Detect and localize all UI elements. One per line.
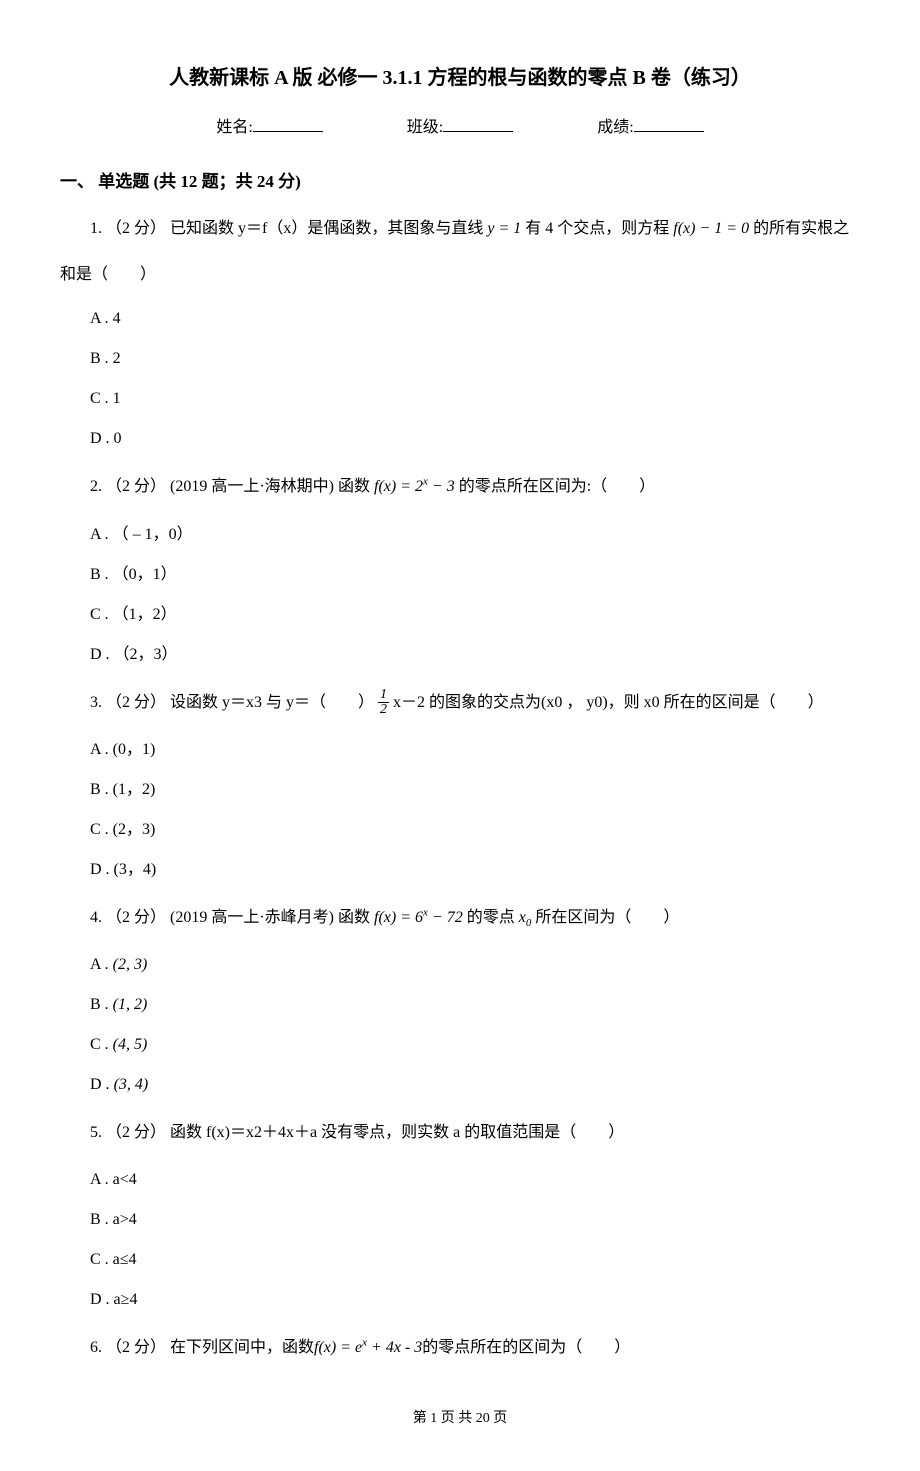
q3-option-a: A . (0，1) (90, 734, 860, 766)
score-blank (634, 115, 704, 132)
q3-option-b: B . (1，2) (90, 774, 860, 806)
name-blank (253, 115, 323, 132)
q2-option-c: C . （1，2） (90, 599, 860, 631)
q4-option-d: D . (3, 4) (90, 1069, 860, 1101)
q1-text-c: 的所有实根之 (749, 220, 849, 237)
q1-text-a: 1. （2 分） 已知函数 y＝f（x）是偶函数，其图象与直线 (90, 220, 487, 237)
question-5-stem: 5. （2 分） 函数 f(x)＝x2＋4x＋a 没有零点，则实数 a 的取值范… (90, 1115, 860, 1150)
section-1-header: 一、 单选题 (共 12 题；共 24 分) (60, 167, 860, 198)
q2-text-b: 的零点所在区间为:（ ） (455, 478, 655, 495)
q3-fraction: 1 2 (378, 688, 389, 717)
q6-text-a: 6. （2 分） 在下列区间中，函数 (90, 1339, 314, 1356)
q2-option-d: D . （2，3） (90, 639, 860, 671)
q2-option-b: B . （0，1） (90, 559, 860, 591)
q2-option-a: A . （ – 1，0） (90, 519, 860, 551)
question-4-stem: 4. （2 分） (2019 高一上·赤峰月考) 函数 f(x) = 6x − … (90, 900, 860, 935)
q2-formula-1: f(x) = 2x − 3 (374, 478, 455, 495)
q4-x0: x0 (519, 909, 532, 926)
q1-formula-2: f(x) − 1 = 0 (673, 220, 749, 237)
q3-text-a: 3. （2 分） 设函数 y＝x3 与 y＝（ ） (90, 694, 374, 711)
q4-text-b: 的零点 (463, 909, 519, 926)
name-label: 姓名: (216, 119, 252, 136)
q1-option-a: A . 4 (90, 303, 860, 335)
question-3-stem: 3. （2 分） 设函数 y＝x3 与 y＝（ ） 1 2 x－2 的图象的交点… (90, 685, 860, 720)
q5-option-c: C . a≤4 (90, 1244, 860, 1276)
q5-option-a: A . a<4 (90, 1164, 860, 1196)
page-title: 人教新课标 A 版 必修一 3.1.1 方程的根与函数的零点 B 卷（练习） (60, 60, 860, 96)
q1-option-d: D . 0 (90, 423, 860, 455)
q4-formula-1: f(x) = 6x − 72 (374, 909, 463, 926)
question-1-stem: 1. （2 分） 已知函数 y＝f（x）是偶函数，其图象与直线 y = 1 有 … (90, 211, 860, 246)
question-6-stem: 6. （2 分） 在下列区间中，函数f(x) = ex + 4x - 3的零点所… (90, 1330, 860, 1365)
q3-frac-num: 1 (378, 688, 389, 703)
q4-text-a: 4. （2 分） (2019 高一上·赤峰月考) 函数 (90, 909, 374, 926)
question-2-stem: 2. （2 分） (2019 高一上·海林期中) 函数 f(x) = 2x − … (90, 469, 860, 504)
class-label: 班级: (407, 119, 443, 136)
q5-option-b: B . a>4 (90, 1204, 860, 1236)
q1-text-b: 有 4 个交点，则方程 (521, 220, 673, 237)
q3-option-c: C . (2，3) (90, 814, 860, 846)
class-blank (443, 115, 513, 132)
name-field: 姓名: (216, 114, 322, 143)
q3-frac-den: 2 (378, 703, 389, 717)
page-footer: 第 1 页 共 20 页 (60, 1406, 860, 1431)
q1-option-b: B . 2 (90, 343, 860, 375)
q4-text-c: 所在区间为（ ） (531, 909, 679, 926)
q1-text-d: 和是（ ） (60, 261, 860, 290)
q6-formula-1: f(x) = ex + 4x - 3 (314, 1339, 422, 1356)
q4-option-a: A . (2, 3) (90, 949, 860, 981)
score-field: 成绩: (597, 114, 703, 143)
q2-text-a: 2. （2 分） (2019 高一上·海林期中) 函数 (90, 478, 374, 495)
q3-option-d: D . (3，4) (90, 854, 860, 886)
q4-option-b: B . (1, 2) (90, 989, 860, 1021)
q4-option-c: C . (4, 5) (90, 1029, 860, 1061)
q3-text-b: x－2 的图象的交点为(x0 ， y0)，则 x0 所在的区间是（ ） (393, 694, 824, 711)
info-row: 姓名: 班级: 成绩: (60, 114, 860, 143)
q1-formula-1: y = 1 (487, 220, 521, 237)
class-field: 班级: (407, 114, 513, 143)
q6-text-b: 的零点所在的区间为（ ） (422, 1339, 630, 1356)
score-label: 成绩: (597, 119, 633, 136)
q5-option-d: D . a≥4 (90, 1284, 860, 1316)
q1-option-c: C . 1 (90, 383, 860, 415)
